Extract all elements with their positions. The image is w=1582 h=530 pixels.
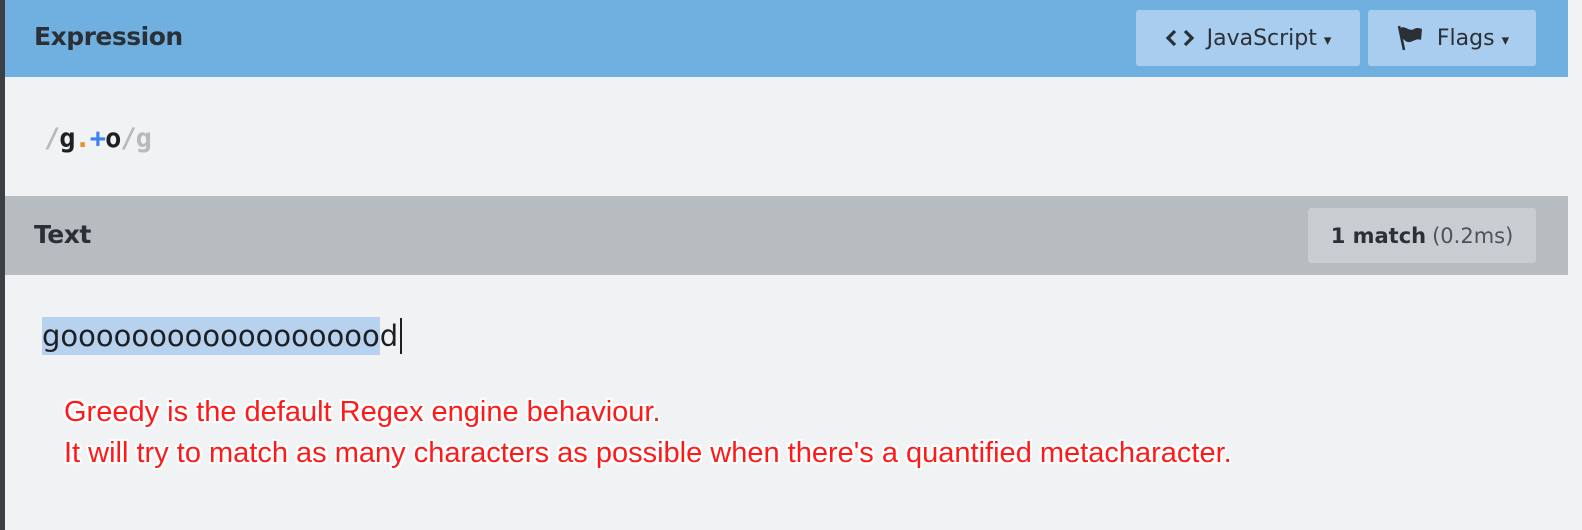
match-time: (0.2ms) <box>1432 223 1514 248</box>
expression-panel-header: Expression JavaScript ▾ Flags ▾ <box>5 0 1568 77</box>
annotation-note: Greedy is the default Regex engine behav… <box>64 392 1232 474</box>
chevron-down-icon: ▾ <box>1323 31 1332 49</box>
regex-expression[interactable]: /g.+o/g <box>44 123 152 154</box>
match-info-badge[interactable]: 1 match (0.2ms) <box>1308 208 1536 263</box>
text-title: Text <box>34 220 91 249</box>
language-select-button[interactable]: JavaScript ▾ <box>1136 10 1360 66</box>
open-delimiter: / <box>44 123 60 154</box>
code-brackets-icon <box>1165 28 1195 48</box>
chevron-down-icon: ▾ <box>1501 31 1510 49</box>
flags-select-button[interactable]: Flags ▾ <box>1368 10 1536 66</box>
regex-flags[interactable]: g <box>136 123 152 154</box>
test-string[interactable]: goooooooooooooooooo d <box>42 317 403 355</box>
flag-icon <box>1395 24 1425 52</box>
quantifier-token: + <box>89 123 106 154</box>
dot-token: . <box>74 123 91 154</box>
text-panel-header: Text 1 match (0.2ms) <box>5 196 1568 275</box>
literal-token: g <box>59 123 75 154</box>
close-delimiter: / <box>120 123 136 154</box>
literal-token: o <box>105 123 121 154</box>
annotation-line: It will try to match as many characters … <box>64 437 1232 469</box>
expression-editor[interactable]: /g.+o/g <box>5 77 1568 196</box>
test-text-editor[interactable]: goooooooooooooooooo d Greedy is the defau… <box>5 275 1568 530</box>
window-edge <box>1568 0 1582 530</box>
expression-title: Expression <box>34 22 183 51</box>
language-button-label: JavaScript <box>1206 25 1317 51</box>
annotation-line: Greedy is the default Regex engine behav… <box>64 396 661 428</box>
match-count: 1 match <box>1330 223 1427 248</box>
text-cursor <box>400 318 403 354</box>
match-highlight: goooooooooooooooooo <box>42 317 380 355</box>
unmatched-text: d <box>379 319 399 353</box>
flags-button-label: Flags <box>1436 25 1495 51</box>
